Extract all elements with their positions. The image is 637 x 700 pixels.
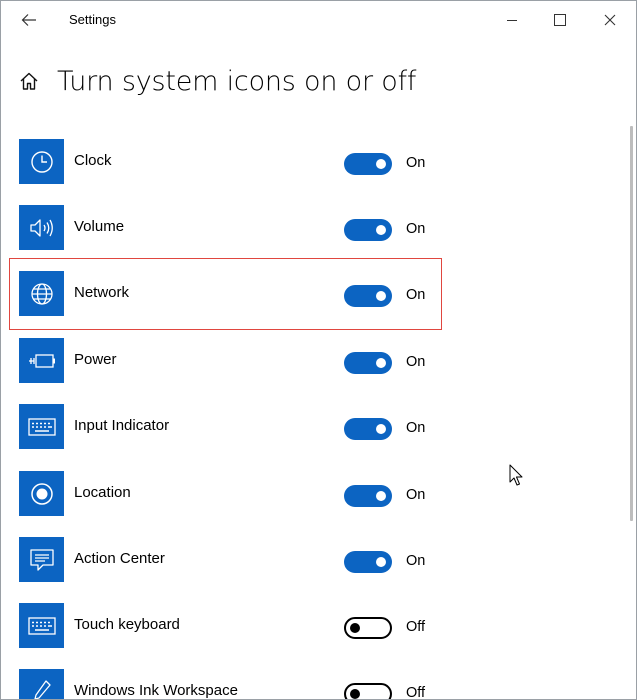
toggle-state-label: On bbox=[406, 155, 426, 171]
title-bar: Settings bbox=[1, 1, 636, 39]
windows-ink-toggle[interactable] bbox=[344, 683, 392, 699]
location-icon bbox=[30, 482, 53, 505]
window-title: Settings bbox=[69, 12, 116, 27]
mouse-cursor-icon bbox=[509, 464, 523, 486]
toggle-state-label: Off bbox=[406, 619, 426, 635]
toggle-knob bbox=[350, 623, 360, 633]
page-title: Turn system icons on or off bbox=[57, 65, 417, 97]
clock-toggle[interactable] bbox=[344, 153, 392, 175]
setting-row-clock: Clock On bbox=[19, 139, 439, 187]
toggle-knob bbox=[376, 159, 386, 169]
toggle-knob bbox=[376, 225, 386, 235]
location-tile bbox=[19, 471, 64, 516]
setting-label: Clock bbox=[74, 152, 112, 169]
page-heading: Turn system icons on or off bbox=[19, 61, 416, 101]
clock-icon bbox=[30, 150, 53, 173]
minimize-icon bbox=[507, 20, 517, 21]
setting-row-volume: Volume On bbox=[19, 205, 439, 253]
toggle-state-label: Off bbox=[406, 685, 426, 700]
touch-keyboard-tile bbox=[19, 603, 64, 648]
touch-keyboard-toggle[interactable] bbox=[344, 617, 392, 639]
power-tile bbox=[19, 338, 64, 383]
keyboard-icon bbox=[27, 417, 56, 436]
toggle-state-label: On bbox=[406, 553, 426, 569]
volume-tile bbox=[19, 205, 64, 250]
minimize-button[interactable] bbox=[489, 5, 535, 35]
message-bubble-icon bbox=[29, 548, 54, 571]
setting-label: Location bbox=[74, 484, 131, 501]
volume-toggle[interactable] bbox=[344, 219, 392, 241]
keyboard-icon bbox=[27, 616, 56, 635]
close-icon bbox=[604, 14, 616, 26]
toggle-state-label: On bbox=[406, 420, 426, 436]
scrollbar[interactable] bbox=[630, 126, 633, 521]
input-indicator-tile bbox=[19, 404, 64, 449]
pen-icon bbox=[33, 679, 51, 699]
setting-label: Power bbox=[74, 351, 117, 368]
toggle-state-label: On bbox=[406, 354, 426, 370]
toggle-knob bbox=[376, 557, 386, 567]
setting-label: Action Center bbox=[74, 550, 165, 567]
clock-tile bbox=[19, 139, 64, 184]
toggle-knob bbox=[376, 491, 386, 501]
setting-row-windows-ink-workspace: Windows Ink Workspace Off bbox=[19, 669, 439, 700]
maximize-icon bbox=[554, 14, 566, 26]
toggle-knob bbox=[376, 424, 386, 434]
setting-row-touch-keyboard: Touch keyboard Off bbox=[19, 603, 439, 651]
setting-label: Input Indicator bbox=[74, 417, 170, 434]
network-row-highlight bbox=[9, 258, 442, 330]
setting-row-power: Power On bbox=[19, 338, 439, 386]
windows-ink-tile bbox=[19, 669, 64, 699]
setting-row-input-indicator: Input Indicator On bbox=[19, 404, 439, 452]
setting-row-action-center: Action Center On bbox=[19, 537, 439, 585]
toggle-knob bbox=[376, 358, 386, 368]
location-toggle[interactable] bbox=[344, 485, 392, 507]
volume-icon bbox=[29, 218, 53, 237]
toggle-knob bbox=[350, 689, 360, 699]
close-button[interactable] bbox=[587, 5, 633, 35]
setting-row-location: Location On bbox=[19, 471, 439, 519]
power-toggle[interactable] bbox=[344, 352, 392, 374]
toggle-state-label: On bbox=[406, 221, 426, 237]
maximize-button[interactable] bbox=[537, 5, 583, 35]
home-icon bbox=[20, 72, 38, 90]
action-center-toggle[interactable] bbox=[344, 551, 392, 573]
back-button[interactable] bbox=[15, 7, 43, 33]
setting-label: Touch keyboard bbox=[74, 616, 180, 633]
battery-plug-icon bbox=[28, 353, 55, 368]
back-arrow-icon bbox=[21, 14, 36, 26]
toggle-state-label: On bbox=[406, 487, 426, 503]
setting-label: Windows Ink Workspace bbox=[74, 682, 238, 699]
home-button[interactable] bbox=[19, 70, 41, 92]
action-center-tile bbox=[19, 537, 64, 582]
setting-label: Volume bbox=[74, 218, 125, 235]
settings-window: Settings Turn system icons on or off Clo… bbox=[0, 0, 637, 700]
input-indicator-toggle[interactable] bbox=[344, 418, 392, 440]
